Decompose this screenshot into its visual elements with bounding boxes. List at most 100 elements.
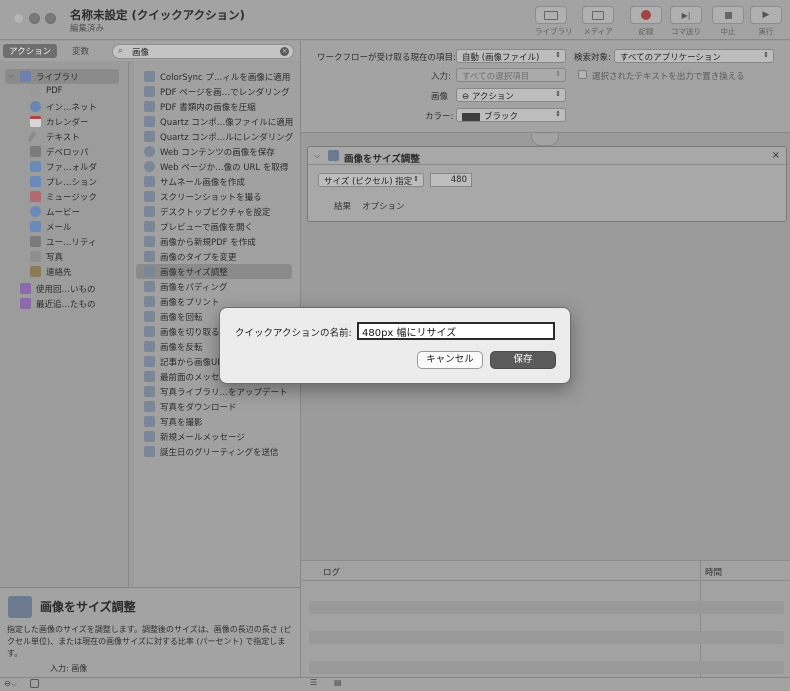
library-item-mail[interactable]: メール [0,219,128,234]
library-item-pdf[interactable]: PDF [0,84,128,99]
action-item[interactable]: デスクトップピクチャを設定 [136,204,292,219]
record-icon [641,10,651,20]
library-item-contacts[interactable]: 連絡先 [0,264,128,279]
record-button[interactable]: 記録 [630,6,662,37]
media-button[interactable]: メディア [582,6,614,37]
library-item-utilities[interactable]: ユー…リティ [0,234,128,249]
action-item[interactable]: Quartz コンポ…ルにレンダリング [136,129,293,144]
minimize-window-button[interactable] [29,13,40,24]
image-popup[interactable]: ⊖ アクション ⇕ [456,88,566,102]
column-divider[interactable] [128,62,129,587]
action-item[interactable]: 画像のタイプを変更 [136,249,292,264]
library-item-photos[interactable]: 写真 [0,249,128,264]
log-column-header[interactable]: ログ [323,566,340,578]
run-button[interactable]: ▶ 実行 [750,6,782,37]
action-icon [144,251,155,262]
action-item[interactable]: プレビューで画像を開く [136,219,292,234]
library-item-movies[interactable]: ムービー [0,204,128,219]
resize-image-icon [8,596,32,618]
tab-variables[interactable]: 変数 [66,44,95,58]
quick-action-name-input[interactable] [357,322,555,340]
tab-actions[interactable]: アクション [3,44,58,58]
action-item[interactable]: スクリーンショットを撮る [136,189,292,204]
library-button[interactable]: ライブラリ [535,6,573,37]
media-icon [592,10,604,20]
zoom-window-button[interactable] [45,13,56,24]
clear-search-icon[interactable]: × [280,47,289,56]
library-item-library[interactable]: ⌵ ライブラリ [5,69,119,84]
smart-folder-icon [20,298,31,309]
action-icon [144,206,155,217]
resize-image-icon [328,150,339,161]
action-icon [144,266,155,277]
color-popup[interactable]: ブラック ⇕ [456,108,566,122]
cancel-button[interactable]: キャンセル [417,351,483,369]
action-item[interactable]: Quartz コンポ…像ファイルに適用 [136,114,293,129]
list-view-icon[interactable]: ☰ [310,678,317,687]
tab-results[interactable]: 結果 [334,200,351,212]
library-item-internet[interactable]: イン…ネット [0,99,128,114]
search-input[interactable]: 画像 [132,46,149,58]
contacts-icon [30,266,41,277]
description-body: 指定した画像のサイズを調整します。調整後のサイズは、画像の長辺の長さ (ピクセル… [7,625,292,658]
action-icon [144,131,155,142]
action-icon [144,176,155,187]
chevron-updown-icon: ⇕ [413,175,419,183]
search-target-popup[interactable]: すべてのアプリケーション ⇕ [614,49,774,63]
action-item-selected[interactable]: 画像をサイズ調整 [136,264,292,279]
action-item[interactable]: Web ページか…像の URL を取得 [136,159,292,174]
action-menu-icon[interactable]: ⊖⌵ [4,679,17,689]
checkbox-icon[interactable] [30,679,39,688]
replace-text-label: 選択されたテキストを出力で置き換える [592,72,745,82]
library-item-recently-added[interactable]: 最近追…たもの [0,296,128,311]
chevron-updown-icon: ⇕ [763,51,769,59]
chevron-updown-icon: ⇕ [555,90,561,98]
tools-icon [30,146,41,157]
action-header: ⌵ 画像をサイズ調整 × [308,147,786,165]
action-icon [144,416,155,427]
resize-mode-popup[interactable]: サイズ (ピクセル) 指定 ⇕ [318,173,424,187]
chevron-down-icon[interactable]: ⌵ [314,151,320,161]
library-item-calendar[interactable]: カレンダー [0,114,128,129]
resize-image-action[interactable]: ⌵ 画像をサイズ調整 × サイズ (ピクセル) 指定 ⇕ 480 結果 オプション [307,146,787,222]
action-item[interactable]: 誕生日のグリーティングを送信 [136,444,292,459]
time-column-header[interactable]: 時間 [705,566,722,578]
action-item[interactable]: 画像をパディング [136,279,292,294]
stop-button[interactable]: 中止 [712,6,744,37]
input-popup[interactable]: すべての選択項目 ⇕ [456,68,566,82]
library-item-files[interactable]: ファ…ォルダ [0,159,128,174]
action-item[interactable]: サムネール画像を作成 [136,174,292,189]
close-icon[interactable]: × [772,150,780,161]
step-icon: ▶| [681,10,691,20]
action-item[interactable]: PDF 書類内の画像を圧縮 [136,99,292,114]
library-item-most-used[interactable]: 使用回…いもの [0,281,128,296]
close-window-button[interactable] [13,13,24,24]
action-item[interactable]: Web コンテンツの画像を保存 [136,144,292,159]
library-item-music[interactable]: ミュージック [0,189,128,204]
step-button[interactable]: ▶| コマ送り [670,6,702,37]
disclosure-icon[interactable]: ⌵ [8,71,14,81]
globe-icon [30,101,41,112]
receives-popup[interactable]: 自動 (画像ファイル) ⇕ [456,49,566,63]
action-item[interactable]: 画像から新規PDF を作成 [136,234,292,249]
split-view-icon[interactable]: ▤ [334,678,342,687]
library-item-presentation[interactable]: プレ…ション [0,174,128,189]
size-field[interactable]: 480 [430,173,472,187]
action-icon [144,281,155,292]
action-icon [144,356,155,367]
search-field[interactable]: ⌕ 画像 × [112,44,294,59]
library-item-developer[interactable]: デベロッパ [0,144,128,159]
action-item[interactable]: 写真ライブラリ…をアップデート [136,384,292,399]
save-button[interactable]: 保存 [490,351,556,369]
action-item[interactable]: 写真を撮影 [136,414,292,429]
action-item[interactable]: 写真をダウンロード [136,399,292,414]
replace-text-checkbox[interactable] [578,70,587,79]
action-item[interactable]: PDF ページを画…でレンダリング [136,84,292,99]
tab-options[interactable]: オプション [362,200,405,212]
action-item[interactable]: 新規メールメッセージ [136,429,292,444]
chevron-updown-icon: ⇕ [555,51,561,59]
log-pane: ログ 時間 [301,560,790,678]
library-item-text[interactable]: テキスト [0,129,128,144]
title-bar: 名称未設定 (クイックアクション) 編集済み ライブラリ メディア 記録 ▶| … [0,0,790,40]
action-item[interactable]: ColorSync プ…ィルを画像に適用 [136,69,292,84]
